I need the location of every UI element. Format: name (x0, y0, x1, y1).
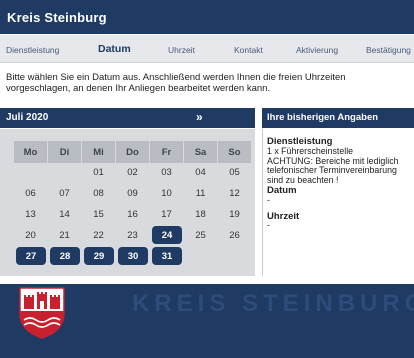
calendar-header: Juli 2020 » (0, 108, 255, 128)
calendar-month: Juli 2020 (6, 112, 49, 123)
calendar-day: 09 (127, 187, 138, 199)
footer-banner: KREIS STEINBURG (0, 284, 414, 358)
weekday-header: Di (48, 141, 81, 163)
summary-time-value: - (267, 220, 270, 231)
weekday-header: Mi (82, 141, 115, 163)
calendar-day: 17 (161, 208, 172, 220)
summary-panel: Dienstleistung 1 x Führerscheinstelle AC… (262, 129, 414, 276)
calendar-day: 05 (229, 166, 240, 178)
weekday-header: Mo (14, 141, 47, 163)
weekday-header: So (218, 141, 251, 163)
calendar-day: 14 (59, 208, 70, 220)
calendar-day-available[interactable]: 31 (152, 247, 182, 265)
calendar-day: 16 (127, 208, 138, 220)
step-uhrzeit[interactable]: Uhrzeit (168, 45, 195, 55)
summary-date-label: Datum (267, 184, 297, 196)
calendar-day: 23 (127, 229, 138, 241)
calendar-day: 15 (93, 208, 104, 220)
step-kontakt[interactable]: Kontakt (234, 45, 263, 55)
calendar-day: 08 (93, 187, 104, 199)
step-bestaetigung[interactable]: Bestätigung (366, 45, 411, 55)
summary-header: Ihre bisherigen Angaben (262, 108, 414, 128)
weekday-header: Do (116, 141, 149, 163)
top-bar: Kreis Steinburg (0, 0, 414, 34)
summary-date-value: - (267, 194, 270, 205)
weekday-header: Fr (150, 141, 183, 163)
calendar-day: 12 (229, 187, 240, 199)
calendar-day: 07 (59, 187, 70, 199)
summary-title: Ihre bisherigen Angaben (267, 112, 379, 123)
calendar-day-available[interactable]: 24 (152, 226, 182, 244)
calendar-day: 19 (229, 208, 240, 220)
calendar-grid: Mo Di Mi Do Fr Sa So 01 02 03 04 05 06 07 08 09 10 11 12 13… (14, 141, 252, 266)
weekday-header: Sa (184, 141, 217, 163)
calendar-empty-cell (14, 162, 47, 182)
calendar-day: 25 (195, 229, 206, 241)
calendar-day: 03 (161, 166, 172, 178)
calendar-day: 04 (195, 166, 206, 178)
summary-time-label: Uhrzeit (267, 210, 300, 222)
calendar-body: Mo Di Mi Do Fr Sa So 01 02 03 04 05 06 07 08 09 10 11 12 13… (0, 129, 255, 276)
step-navigation: Dienstleistung Datum Uhrzeit Kontakt Akt… (0, 35, 414, 63)
calendar-day: 06 (25, 187, 36, 199)
calendar-day: 01 (93, 166, 104, 178)
calendar-day-available[interactable]: 28 (50, 247, 80, 265)
calendar-day: 13 (25, 208, 36, 220)
step-dienstleistung[interactable]: Dienstleistung (6, 45, 59, 55)
calendar-day-available[interactable]: 30 (118, 247, 148, 265)
calendar-day: 21 (59, 229, 70, 241)
calendar-day: 10 (161, 187, 172, 199)
site-title: Kreis Steinburg (7, 10, 107, 25)
calendar-day: 20 (25, 229, 36, 241)
calendar-day-available[interactable]: 29 (84, 247, 114, 265)
calendar-day: 02 (127, 166, 138, 178)
calendar-day: 11 (195, 187, 206, 199)
next-month-icon[interactable]: » (196, 110, 203, 124)
intro-text: Bitte wählen Sie ein Datum aus. Anschlie… (6, 72, 346, 94)
calendar-day: 18 (195, 208, 206, 220)
calendar-day-available[interactable]: 27 (16, 247, 46, 265)
coat-of-arms-icon (19, 287, 65, 339)
step-aktivierung[interactable]: Aktivierung (296, 45, 338, 55)
step-datum[interactable]: Datum (98, 43, 131, 55)
calendar-day: 22 (93, 229, 104, 241)
calendar-empty-cell (48, 162, 81, 182)
calendar-day: 26 (229, 229, 240, 241)
footer-brand: KREIS STEINBURG (132, 290, 414, 317)
